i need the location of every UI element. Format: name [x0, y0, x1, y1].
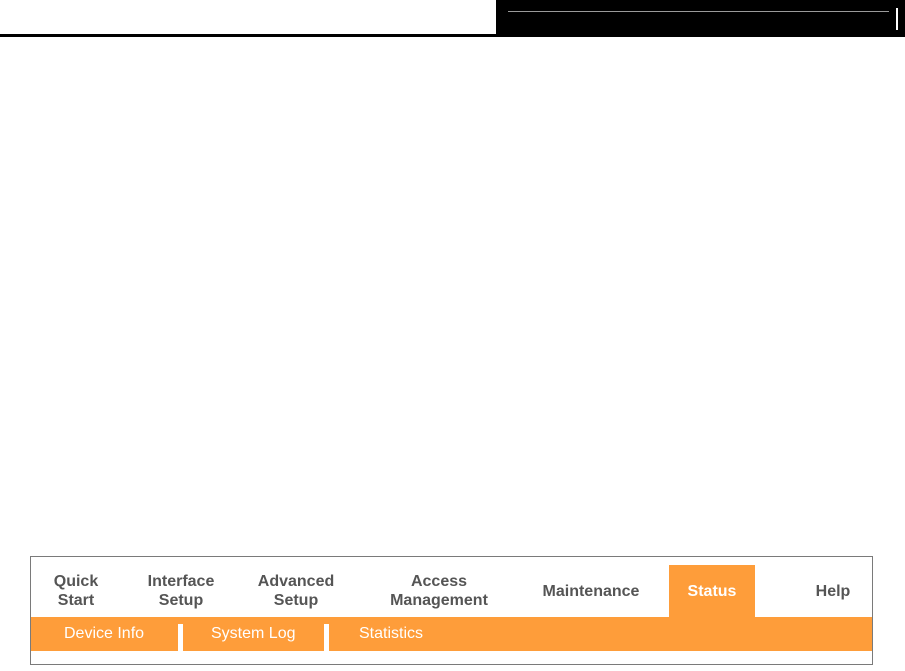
menu-help[interactable]: Help — [807, 565, 859, 617]
header-thin-line — [508, 11, 889, 12]
menu-access-management[interactable]: Access Management — [381, 565, 497, 617]
submenu-separator — [324, 624, 329, 651]
document-page: Quick Start Interface Setup Advanced Set… — [0, 0, 905, 671]
menu-status-active[interactable]: Status — [669, 565, 755, 617]
sub-menu-bar: Device Info System Log Statistics — [31, 617, 872, 651]
submenu-separator — [178, 624, 183, 651]
submenu-system-log[interactable]: System Log — [211, 617, 295, 651]
header-black-band — [496, 0, 905, 37]
menu-advanced-setup[interactable]: Advanced Setup — [253, 565, 339, 617]
main-menu-bar: Quick Start Interface Setup Advanced Set… — [31, 565, 872, 617]
menu-interface-setup[interactable]: Interface Setup — [139, 565, 223, 617]
submenu-device-info[interactable]: Device Info — [64, 617, 144, 651]
header-right-bar — [896, 8, 898, 30]
router-navigation-frame: Quick Start Interface Setup Advanced Set… — [30, 556, 873, 665]
menu-maintenance[interactable]: Maintenance — [533, 565, 649, 617]
submenu-statistics[interactable]: Statistics — [359, 617, 423, 651]
menu-quick-start[interactable]: Quick Start — [43, 565, 109, 617]
header-rule-line — [0, 34, 496, 37]
